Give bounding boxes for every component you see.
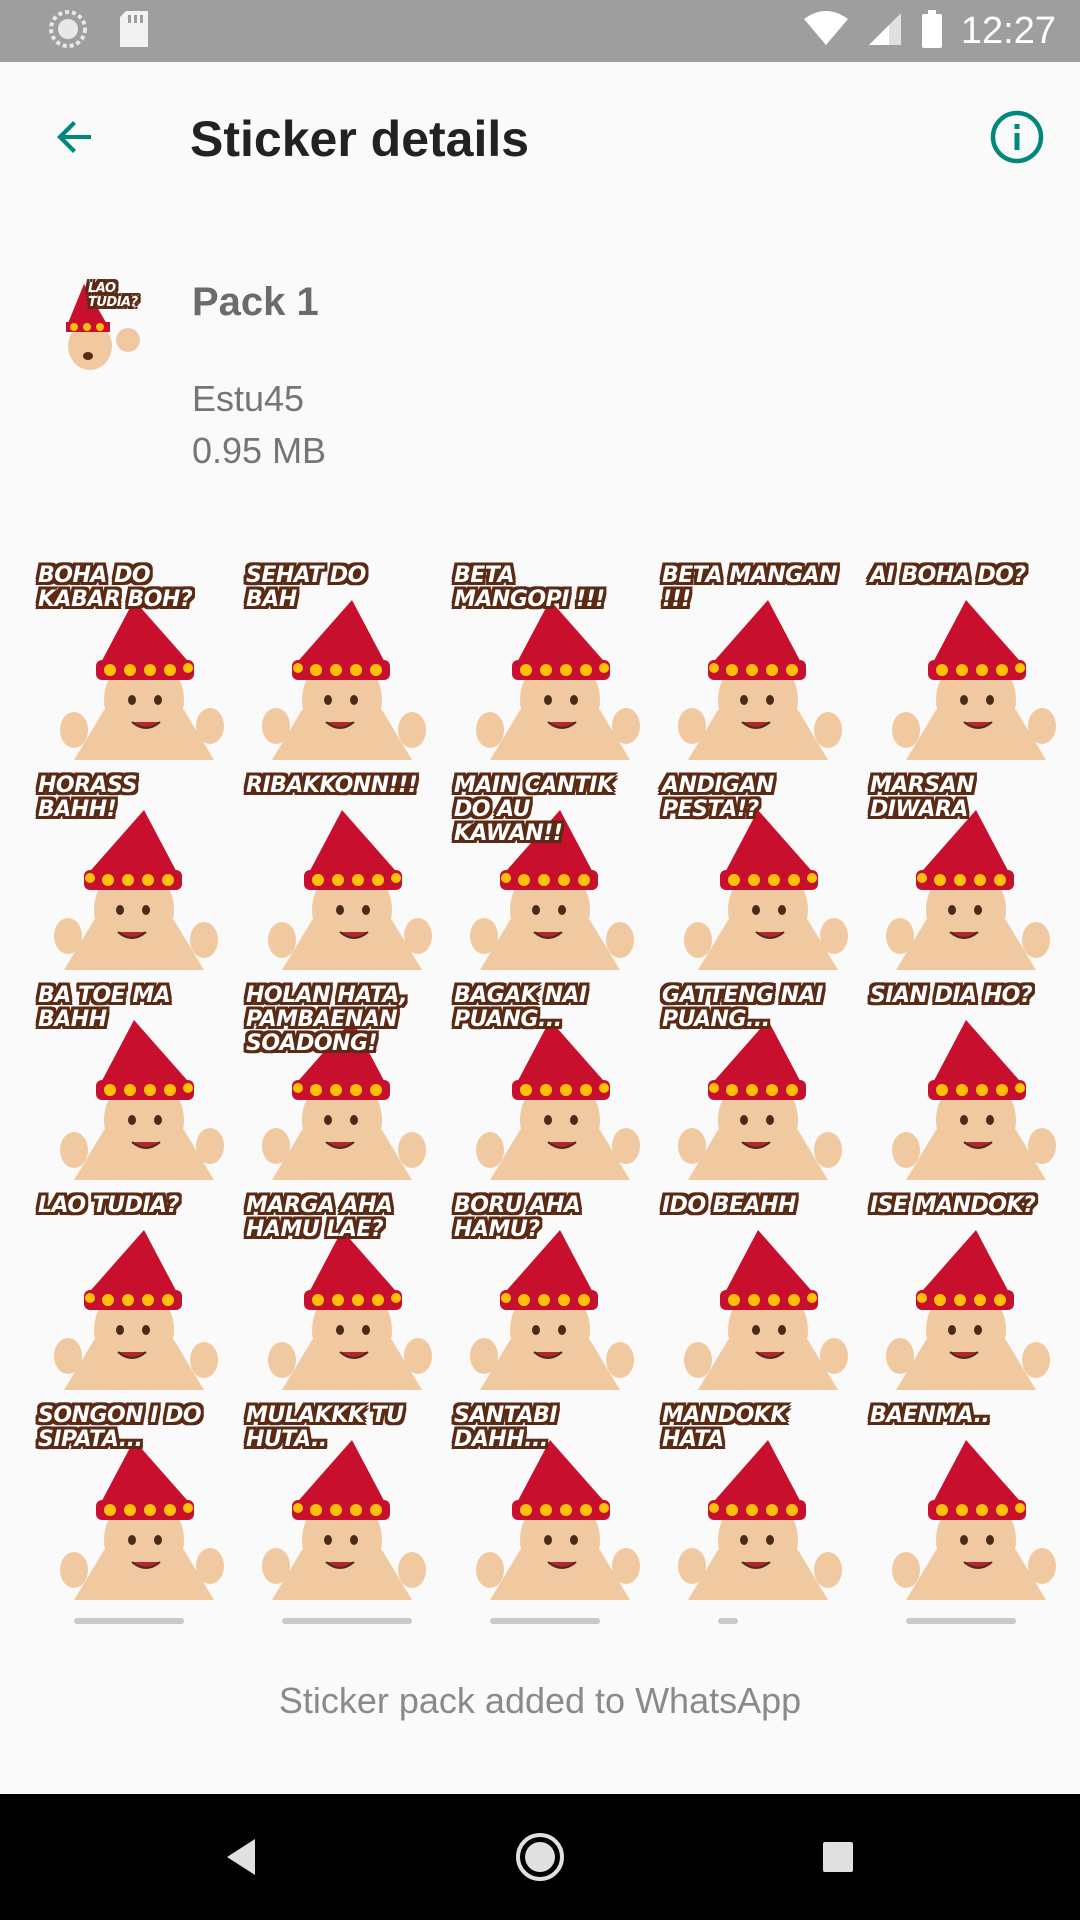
sticker-caption: IDO BEAHH [662, 1193, 796, 1218]
sticker[interactable]: SANTABI DAHH... [450, 1400, 658, 1610]
nav-home-button[interactable] [505, 1822, 575, 1892]
sticker[interactable]: SONGON I DO SIPATA... [34, 1400, 242, 1610]
sticker[interactable]: BOHA DO KABAR BOH? [34, 560, 242, 770]
info-button[interactable] [986, 106, 1048, 168]
back-button[interactable] [40, 102, 110, 172]
cell-signal-icon [867, 11, 903, 52]
sticker-caption: BAENMA.. [870, 1403, 990, 1428]
sticker-caption: SONGON I DO SIPATA... [38, 1403, 202, 1452]
sticker[interactable]: ANDIGAN PESTA!? [658, 770, 866, 980]
notification-circle-icon [48, 9, 88, 54]
sticker-row-partial [34, 1610, 1074, 1624]
sticker[interactable]: MULAKKK TU HUTA.. [242, 1400, 450, 1610]
page-title: Sticker details [190, 111, 530, 167]
sticker-caption: LAO TUDIA? [38, 1193, 179, 1218]
sticker-grid: BOHA DO KABAR BOH? SEHAT DO BAH BETA MANGO… [34, 560, 1074, 1620]
sticker-partial [450, 1610, 658, 1624]
sticker[interactable]: MARGA AHA HAMU LAE? [242, 1190, 450, 1400]
sticker-row: BOHA DO KABAR BOH? SEHAT DO BAH BETA MANGO… [34, 560, 1074, 770]
pack-size: 0.95 MB [192, 430, 327, 471]
pack-publisher: Estu45 [192, 378, 305, 419]
sticker-character-image [892, 1020, 1056, 1180]
sticker[interactable]: AI BOHA DO? [866, 560, 1074, 770]
sticker[interactable]: BA TOE MA BAHH [34, 980, 242, 1190]
sticker[interactable]: MARSAN DIWARA [866, 770, 1074, 980]
sticker[interactable]: GATTENG NAI PUANG... [658, 980, 866, 1190]
sticker-caption: BETA MANGAN !!! [662, 563, 838, 612]
added-to-whatsapp-status: Sticker pack added to WhatsApp [278, 1680, 802, 1721]
sticker-caption: MANDOKK HATA [662, 1403, 787, 1452]
sticker-row: HORASS BAHH! RIBAKKONN!!! MAIN CANTIK DO A… [34, 770, 1074, 980]
sticker[interactable]: BETA MANGOPI !!! [450, 560, 658, 770]
sticker[interactable]: ISE MANDOK? [866, 1190, 1074, 1400]
sticker-caption: ANDIGAN PESTA!? [662, 773, 774, 822]
battery-icon [921, 9, 943, 53]
sticker-partial [866, 1610, 1074, 1624]
sticker[interactable]: MAIN CANTIK DO AU KAWAN!! [450, 770, 658, 980]
sticker-caption: MARSAN DIWARA [870, 773, 975, 822]
nav-recents-button[interactable] [803, 1822, 873, 1892]
sticker[interactable]: BAGAK NAI PUANG... [450, 980, 658, 1190]
sticker-caption: BETA MANGOPI !!! [454, 563, 605, 612]
navigation-bar [0, 1794, 1080, 1920]
sticker[interactable]: IDO BEAHH [658, 1190, 866, 1400]
sticker-row: BA TOE MA BAHH HOLAN HATA, PAMBAENAN SOAD… [34, 980, 1074, 1190]
nav-home-icon [516, 1833, 564, 1881]
sticker-partial [34, 1610, 242, 1624]
nav-recents-icon [823, 1842, 853, 1872]
sticker-caption: SIAN DIA HO? [870, 983, 1033, 1008]
sticker-caption: MAIN CANTIK DO AU KAWAN!! [454, 773, 614, 846]
sticker-caption: BOHA DO KABAR BOH? [38, 563, 193, 612]
sd-card-icon [118, 9, 150, 54]
sticker[interactable]: RIBAKKONN!!! [242, 770, 450, 980]
sticker-caption: SEHAT DO BAH [246, 563, 366, 612]
sticker[interactable]: HORASS BAHH! [34, 770, 242, 980]
sticker-caption: BORU AHA HAMU? [454, 1193, 581, 1242]
sticker-character-image [268, 810, 432, 970]
status-bar: 12:27 [0, 0, 1080, 62]
pack-tray-caption: LAO TUDIA? [88, 281, 138, 310]
sticker[interactable]: BAENMA.. [866, 1400, 1074, 1610]
nav-back-button[interactable] [206, 1822, 276, 1892]
sticker[interactable]: LAO TUDIA? [34, 1190, 242, 1400]
sticker-caption: BAGAK NAI PUANG... [454, 983, 587, 1032]
sticker[interactable]: SIAN DIA HO? [866, 980, 1074, 1190]
sticker-character-image [892, 1440, 1056, 1600]
sticker-caption: HORASS BAHH! [38, 773, 138, 822]
sticker-caption: HOLAN HATA, PAMBAENAN SOADONG! [246, 983, 408, 1056]
wifi-icon [803, 10, 849, 52]
sticker-character-image [54, 1230, 218, 1390]
sticker-caption: SANTABI DAHH... [454, 1403, 558, 1452]
pack-tray-image: LAO TUDIA? [54, 280, 150, 376]
sticker-caption: MARGA AHA HAMU LAE? [246, 1193, 393, 1242]
sticker-row: LAO TUDIA? MARGA AHA HAMU LAE? BORU AHA HA… [34, 1190, 1074, 1400]
sticker-caption: BA TOE MA BAHH [38, 983, 171, 1032]
sticker-partial [658, 1610, 866, 1624]
sticker[interactable]: BETA MANGAN !!! [658, 560, 866, 770]
sticker-partial [242, 1610, 450, 1624]
sticker-row: SONGON I DO SIPATA... MULAKKK TU HUTA.. SA… [34, 1400, 1074, 1610]
sticker[interactable]: SEHAT DO BAH [242, 560, 450, 770]
sticker-caption: MULAKKK TU HUTA.. [246, 1403, 404, 1452]
pack-name: Pack 1 [192, 280, 319, 324]
sticker-caption: AI BOHA DO? [870, 563, 1026, 588]
pack-header: LAO TUDIA? Pack 1 Estu45 0.95 MB [0, 250, 1080, 480]
arrow-back-icon [57, 121, 91, 153]
nav-back-icon [227, 1839, 255, 1875]
sticker-character-image [886, 1230, 1050, 1390]
sticker-caption: RIBAKKONN!!! [246, 773, 418, 798]
status-time: 12:27 [960, 9, 1056, 52]
sticker-caption: GATTENG NAI PUANG... [662, 983, 823, 1032]
sticker[interactable]: BORU AHA HAMU? [450, 1190, 658, 1400]
sticker-caption: ISE MANDOK? [870, 1193, 1036, 1218]
sticker-character-image [892, 600, 1056, 760]
sticker-details-screen: 12:27 Sticker details LAO TUDIA? Pack 1 … [0, 0, 1080, 1920]
sticker[interactable]: MANDOKK HATA [658, 1400, 866, 1610]
toolbar: Sticker details [0, 62, 1080, 212]
sticker-character-image [684, 1230, 848, 1390]
sticker[interactable]: HOLAN HATA, PAMBAENAN SOADONG! [242, 980, 450, 1190]
info-icon [990, 110, 1044, 164]
